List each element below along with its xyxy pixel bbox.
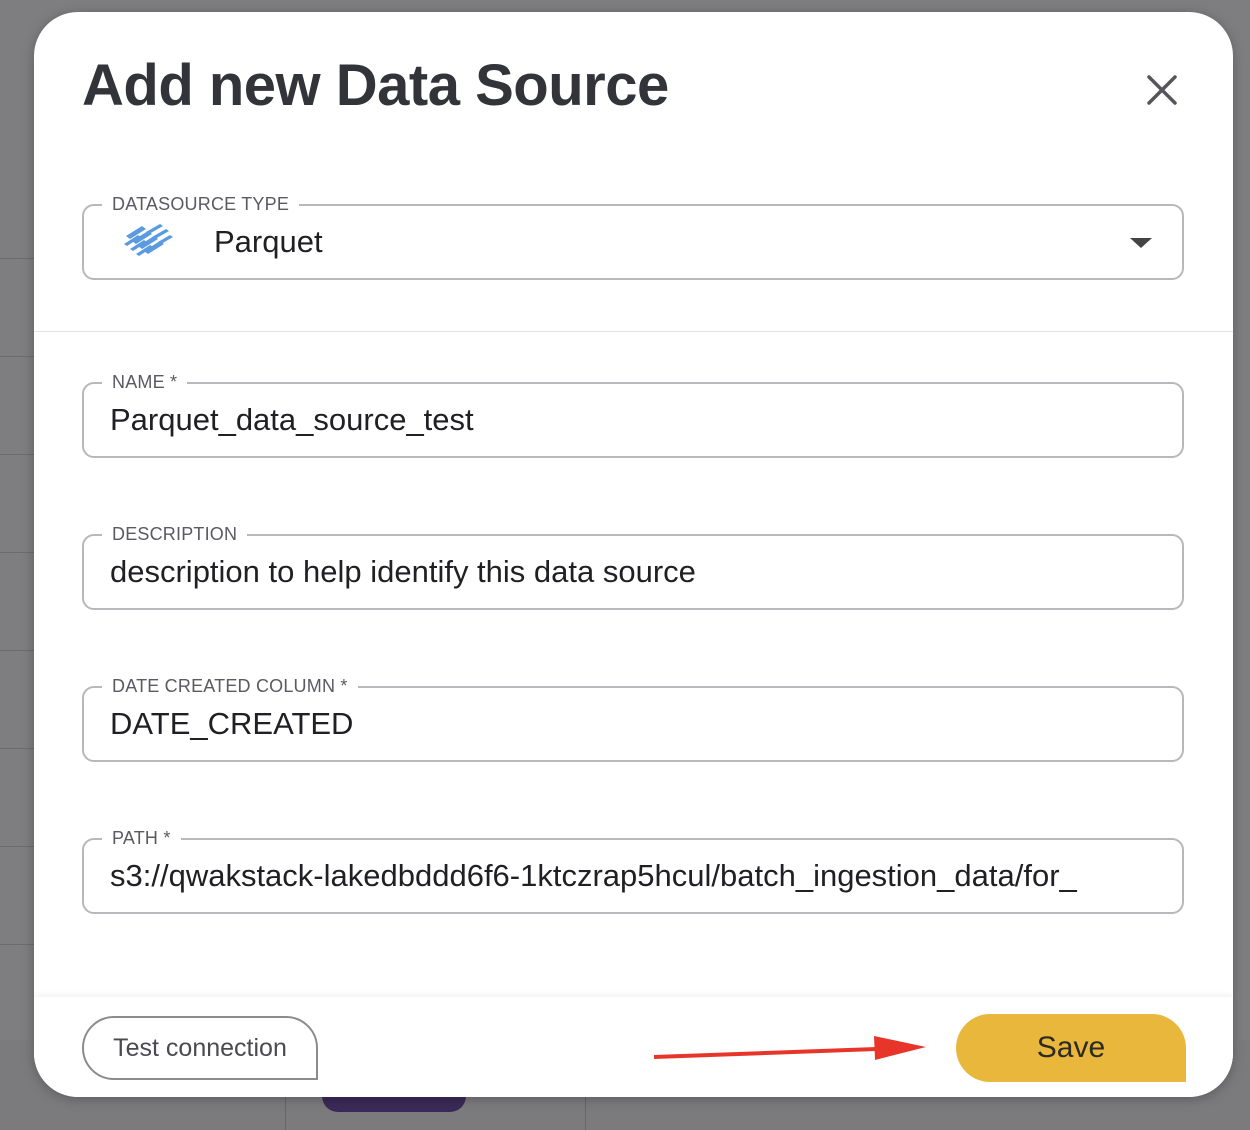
close-button[interactable]: [1134, 62, 1190, 118]
save-button[interactable]: Save: [956, 1014, 1186, 1082]
section-divider: [34, 331, 1233, 332]
chevron-down-icon[interactable]: [1130, 238, 1152, 248]
description-field[interactable]: DESCRIPTION description to help identify…: [82, 522, 1184, 610]
path-input[interactable]: s3://qwakstack-lakedbddd6f6-1ktczrap5hcu…: [110, 840, 1156, 912]
date-created-column-field[interactable]: DATE CREATED COLUMN * DATE_CREATED: [82, 674, 1184, 762]
datasource-type-value: Parquet: [214, 224, 323, 259]
path-field[interactable]: PATH * s3://qwakstack-lakedbddd6f6-1ktcz…: [82, 826, 1184, 914]
date-created-column-input[interactable]: DATE_CREATED: [110, 688, 1156, 760]
add-data-source-dialog: Add new Data Source DATASOURCE TYPE Parq: [34, 12, 1233, 1097]
test-connection-button[interactable]: Test connection: [82, 1016, 318, 1080]
description-input[interactable]: description to help identify this data s…: [110, 536, 1156, 608]
dialog-title: Add new Data Source: [82, 53, 669, 118]
close-icon: [1147, 75, 1177, 105]
datasource-type-select[interactable]: DATASOURCE TYPE Parquet: [82, 192, 1184, 280]
parquet-logo-icon: [124, 224, 173, 256]
name-input[interactable]: Parquet_data_source_test: [110, 384, 1156, 456]
annotation-arrow-icon: [654, 1036, 926, 1060]
name-field[interactable]: NAME * Parquet_data_source_test: [82, 370, 1184, 458]
dialog-footer: Test connection Save: [34, 997, 1233, 1097]
